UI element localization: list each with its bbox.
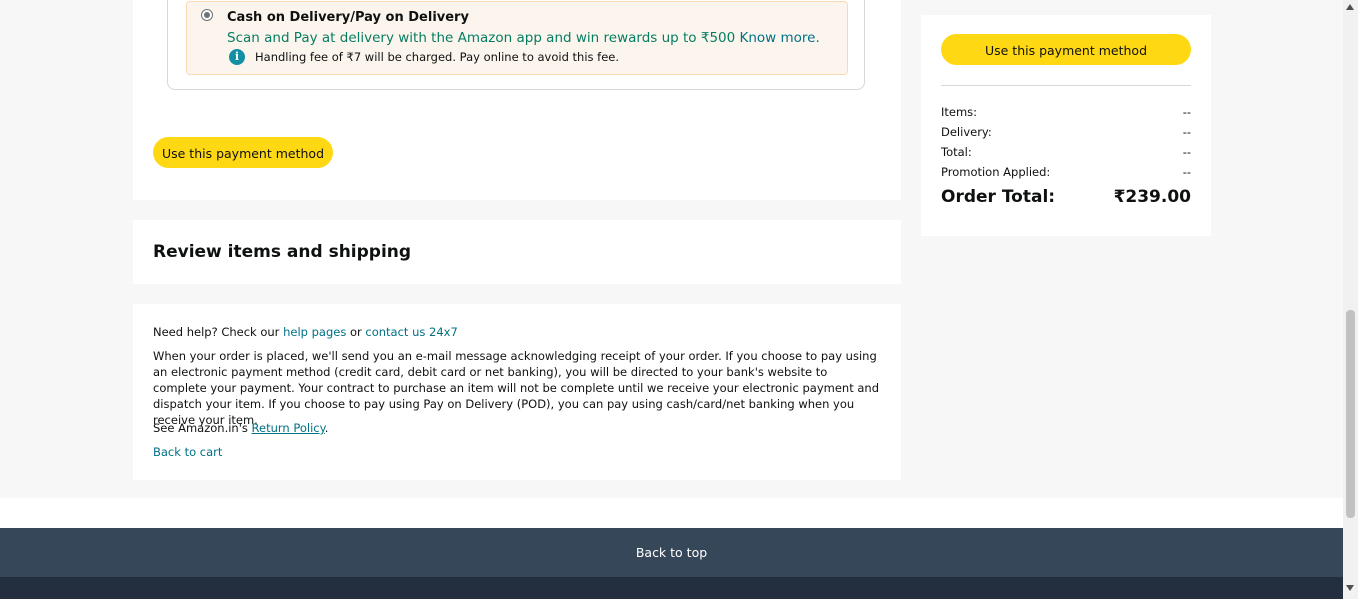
back-to-top-button[interactable]: Back to top	[0, 528, 1343, 577]
summary-value: --	[1182, 125, 1191, 139]
summary-row-total: Total: --	[941, 145, 1191, 161]
summary-row-promotion: Promotion Applied: --	[941, 165, 1191, 181]
contact-us-link[interactable]: contact us 24x7	[365, 325, 457, 339]
page-scrollbar[interactable]	[1343, 0, 1358, 599]
return-prefix-text: See Amazon.in's	[153, 421, 252, 435]
summary-label: Items:	[941, 105, 978, 119]
back-to-cart-link[interactable]: Back to cart	[153, 444, 222, 460]
handling-fee-note: Handling fee of ₹7 will be charged. Pay …	[255, 50, 620, 64]
summary-use-payment-button[interactable]: Use this payment method	[941, 34, 1191, 65]
summary-value: --	[1182, 145, 1191, 159]
help-prefix-text: Need help? Check our	[153, 325, 284, 339]
summary-label: Promotion Applied:	[941, 165, 1051, 179]
footer-spacer	[0, 498, 1343, 528]
cod-promo-message: Scan and Pay at delivery with the Amazon…	[227, 30, 736, 46]
help-info-card: Need help? Check our help pages or conta…	[133, 304, 901, 480]
help-line: Need help? Check our help pages or conta…	[153, 324, 458, 340]
order-total-label: Order Total:	[941, 187, 1056, 207]
know-more-link[interactable]: Know more.	[740, 30, 820, 46]
summary-row-items: Items: --	[941, 105, 1191, 121]
scrollbar-thumb[interactable]	[1346, 310, 1355, 518]
order-terms-paragraph: When your order is placed, we'll send yo…	[153, 349, 879, 427]
return-suffix-text: .	[324, 421, 329, 435]
summary-divider	[941, 85, 1191, 86]
cod-promo-text: Scan and Pay at delivery with the Amazon…	[227, 30, 820, 46]
summary-value: --	[1182, 165, 1191, 179]
return-policy-link[interactable]: Return Policy	[252, 421, 325, 435]
review-items-card: Review items and shipping	[133, 220, 901, 284]
scroll-down-arrow-icon[interactable]	[1346, 585, 1354, 591]
payment-method-card: Cash on Delivery/Pay on Delivery Scan an…	[133, 0, 901, 200]
footer-nav	[0, 577, 1343, 599]
scroll-up-arrow-icon[interactable]	[1346, 4, 1354, 10]
summary-label: Delivery:	[941, 125, 992, 139]
order-total-value: ₹239.00	[1113, 187, 1191, 207]
cod-option-title: Cash on Delivery/Pay on Delivery	[227, 10, 469, 25]
cod-radio-button[interactable]	[201, 9, 213, 21]
help-pages-link[interactable]: help pages	[283, 325, 346, 339]
summary-value: --	[1182, 105, 1191, 119]
summary-row-delivery: Delivery: --	[941, 125, 1191, 141]
info-icon: i	[229, 49, 245, 65]
help-or-text: or	[346, 325, 366, 339]
use-payment-method-button[interactable]: Use this payment method	[153, 137, 333, 168]
summary-label: Total:	[941, 145, 972, 159]
order-summary-card: Use this payment method Items: -- Delive…	[921, 15, 1211, 236]
return-policy-line: See Amazon.in's Return Policy.	[153, 420, 328, 436]
review-items-heading: Review items and shipping	[153, 242, 412, 262]
